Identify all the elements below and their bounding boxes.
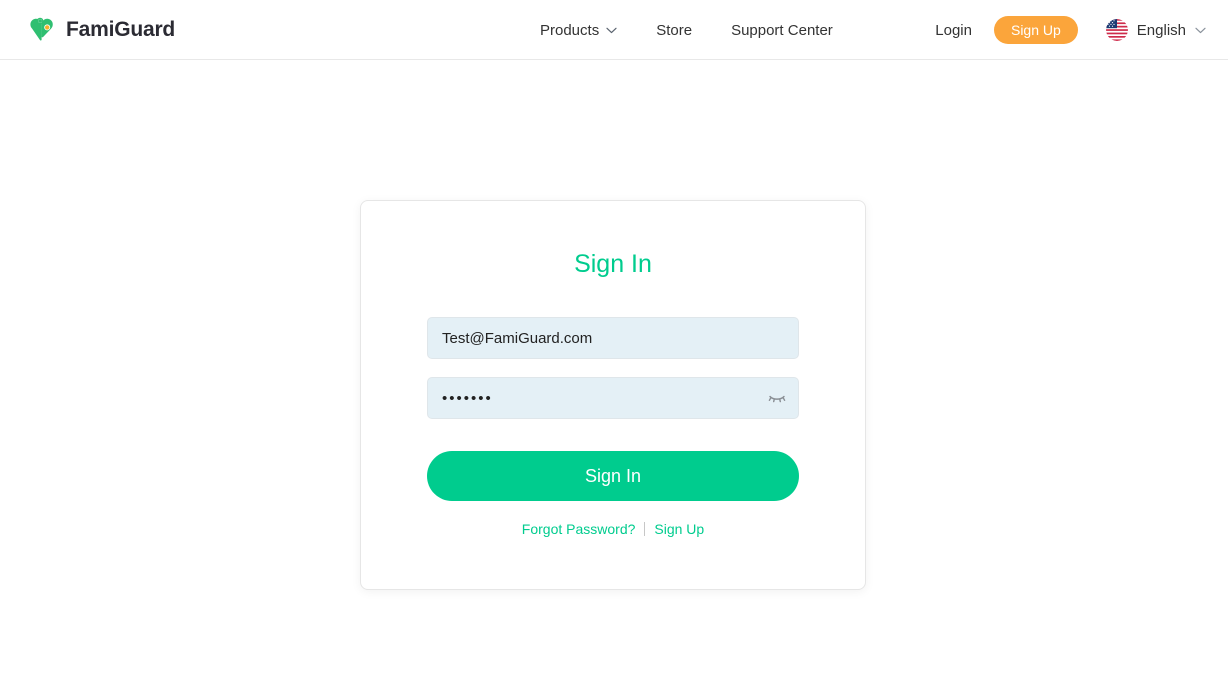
email-field[interactable] [427,317,799,359]
famiguard-heart-logo-icon [28,15,58,45]
nav-item-products-label: Products [540,21,600,39]
brand-logo-link[interactable]: FamiGuard [28,12,175,48]
signup-link[interactable]: Sign Up [654,521,704,537]
language-selector[interactable]: English [1105,19,1206,41]
header-actions: Login Sign Up English [935,0,1206,60]
language-label: English [1136,21,1186,39]
page-title: Sign In [574,250,652,278]
main-navigation: Products Store Support Center [540,0,833,60]
signin-submit-button[interactable]: Sign In [427,451,799,501]
chevron-down-icon [606,27,617,34]
password-field[interactable] [427,377,799,419]
nav-item-support-center-label: Support Center [731,21,833,39]
nav-item-store[interactable]: Store [656,22,692,39]
us-flag-icon [1105,19,1128,41]
password-field-wrapper [427,377,799,419]
link-divider [644,522,646,536]
nav-item-support-center[interactable]: Support Center [731,22,833,39]
email-field-wrapper [427,317,799,359]
page-main: Sign In Sign In Forgot Password? Sign Up [0,60,1228,677]
nav-item-products[interactable]: Products [540,22,617,39]
signup-button[interactable]: Sign Up [993,16,1078,44]
site-header: FamiGuard Products Store Support Center … [0,0,1228,60]
nav-item-store-label: Store [656,21,693,39]
card-links: Forgot Password? Sign Up [361,521,865,537]
chevron-down-icon [1195,27,1206,34]
signin-card: Sign In Sign In Forgot Password? Sign Up [360,200,866,590]
forgot-password-link[interactable]: Forgot Password? [522,521,636,537]
login-link[interactable]: Login [935,22,972,39]
brand-name: FamiGuard [66,18,176,41]
eye-off-icon[interactable] [766,387,788,409]
